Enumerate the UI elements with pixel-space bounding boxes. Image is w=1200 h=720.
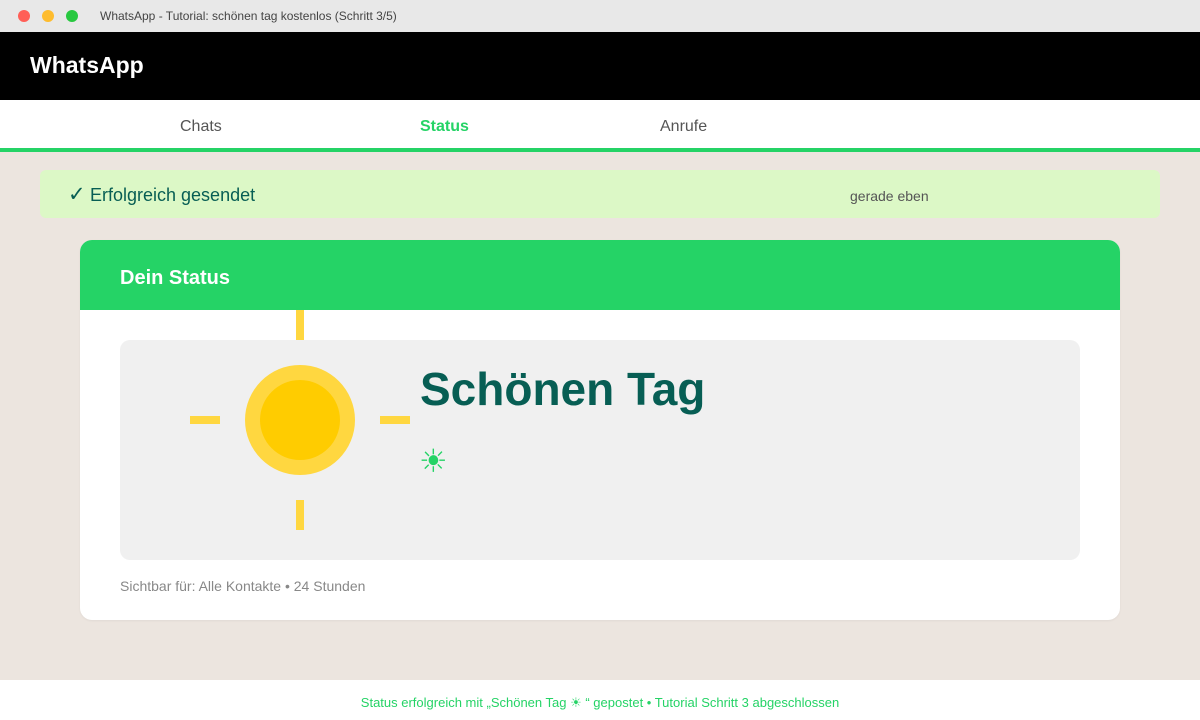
sun-ray-left xyxy=(190,416,220,424)
sun-inner-disc xyxy=(260,380,340,460)
tab-calls[interactable]: Anrufe xyxy=(660,118,707,136)
maximize-window-button[interactable] xyxy=(66,10,78,22)
sun-ray-right xyxy=(380,416,410,424)
checkmark-icon: ✓ xyxy=(68,182,86,206)
sun-emoji-icon: ☀ xyxy=(419,442,448,480)
tab-bar-underline xyxy=(0,148,1200,152)
toast-message: Erfolgreich gesendet xyxy=(90,185,256,205)
success-toast: ✓ Erfolgreich gesendet gerade eben xyxy=(40,170,1160,218)
status-footer: Status erfolgreich mit „Schönen Tag ☀ “ … xyxy=(0,680,1200,720)
status-card-title: Dein Status xyxy=(120,267,231,289)
tab-bar: Chats Status Anrufe xyxy=(0,100,1200,148)
sun-icon xyxy=(190,310,410,530)
footer-message: Status erfolgreich mit „Schönen Tag ☀ “ … xyxy=(360,695,840,710)
close-window-button[interactable] xyxy=(18,10,30,22)
app-header: WhatsApp xyxy=(0,32,1200,100)
tab-chats[interactable]: Chats xyxy=(180,118,222,136)
sun-ray-top xyxy=(296,310,304,340)
visibility-info: Sichtbar für: Alle Kontakte • 24 Stunden xyxy=(120,578,366,594)
status-card-header: Dein Status xyxy=(80,240,1120,310)
window-title: WhatsApp - Tutorial: schönen tag kostenl… xyxy=(100,9,397,23)
status-text: Schönen Tag xyxy=(420,363,706,415)
tab-status[interactable]: Status xyxy=(420,118,469,136)
app-title: WhatsApp xyxy=(30,52,144,78)
sun-ray-bottom xyxy=(296,500,304,530)
toast-timestamp: gerade eben xyxy=(850,188,929,204)
window-titlebar: WhatsApp - Tutorial: schönen tag kostenl… xyxy=(0,0,1200,32)
minimize-window-button[interactable] xyxy=(42,10,54,22)
